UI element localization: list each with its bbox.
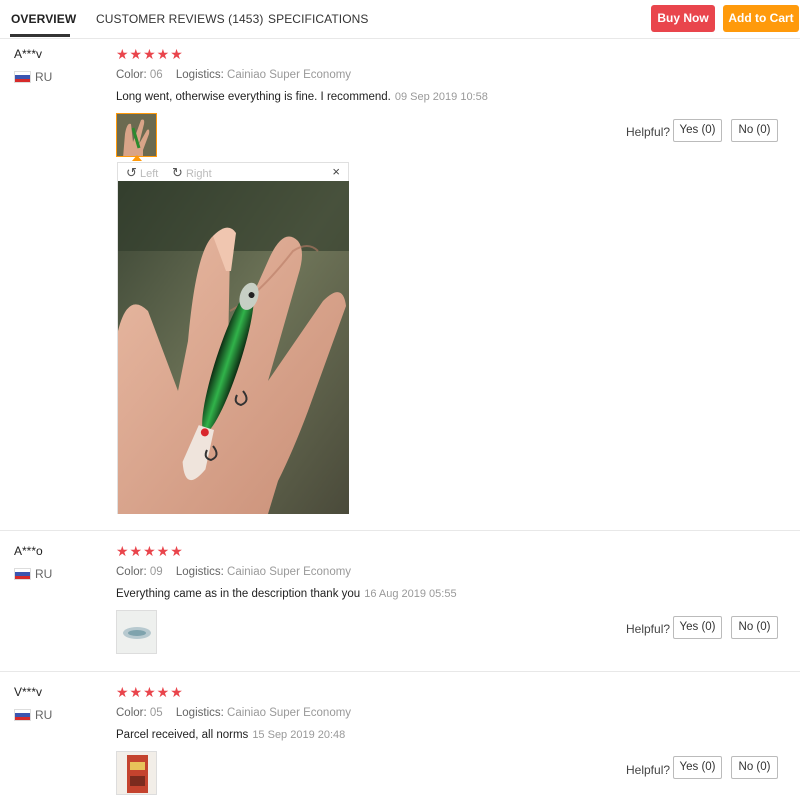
star-rating: ★★★★★ (116, 684, 184, 700)
review-photo-thumbnail[interactable] (116, 751, 157, 795)
logistics-value: Cainiao Super Economy (227, 69, 352, 81)
helpful-label: Helpful? (626, 622, 671, 636)
add-to-cart-button[interactable]: Add to Cart (723, 5, 799, 32)
logistics-value: Cainiao Super Economy (227, 707, 352, 719)
review-photo-thumbnail[interactable] (116, 113, 157, 157)
reviewer-country: RU (35, 708, 53, 722)
helpful-yes-button[interactable]: Yes (0) (673, 119, 722, 142)
helpful-yes-button[interactable]: Yes (0) (673, 616, 722, 639)
review-divider (0, 671, 800, 672)
logistics-value: Cainiao Super Economy (227, 566, 352, 578)
star-rating: ★★★★★ (116, 46, 184, 62)
review-meta: Color: 05 Logistics: Cainiao Super Econo… (116, 707, 352, 719)
review-meta: Color: 09 Logistics: Cainiao Super Econo… (116, 566, 352, 578)
active-tab-indicator (10, 34, 70, 37)
review-meta: Color: 06 Logistics: Cainiao Super Econo… (116, 69, 352, 81)
color-value: 05 (149, 707, 163, 719)
helpful-yes-button[interactable]: Yes (0) (673, 756, 722, 779)
review-text: Long went, otherwise everything is fine.… (116, 91, 488, 103)
reviewer-name: V***v (14, 685, 43, 699)
color-value: 06 (149, 69, 163, 81)
helpful-no-button[interactable]: No (0) (731, 616, 778, 639)
thumbnail-pointer (132, 155, 142, 161)
helpful-no-button[interactable]: No (0) (731, 756, 778, 779)
review-photo (118, 181, 349, 514)
helpful-no-button[interactable]: No (0) (731, 119, 778, 142)
reviewer-name: A***o (14, 544, 43, 558)
review-date: 16 Aug 2019 05:55 (364, 588, 457, 600)
russia-flag-icon (14, 71, 31, 83)
rotate-left-button[interactable]: ↺ Left (126, 165, 158, 181)
russia-flag-icon (14, 709, 31, 721)
review-text: Everything came as in the description th… (116, 588, 457, 600)
review-photo-thumbnail[interactable] (116, 610, 157, 654)
reviewer-name: A***v (14, 47, 43, 61)
rotate-right-button[interactable]: ↻ Right (172, 165, 212, 181)
tab-specifications[interactable]: SPECIFICATIONS (268, 12, 369, 26)
tab-customer-reviews[interactable]: CUSTOMER REVIEWS (1453) (96, 12, 263, 26)
review-divider (0, 530, 800, 531)
rotate-left-icon: ↺ (126, 165, 137, 180)
review-date: 09 Sep 2019 10:58 (394, 91, 488, 103)
viewer-toolbar: ↺ Left ↻ Right × (118, 163, 348, 181)
review-text: Parcel received, all norms 15 Sep 2019 20… (116, 729, 346, 741)
close-icon[interactable]: × (332, 164, 340, 179)
rotate-right-icon: ↻ (172, 165, 183, 180)
helpful-label: Helpful? (626, 125, 671, 139)
helpful-label: Helpful? (626, 763, 671, 777)
tab-overview[interactable]: OVERVIEW (11, 12, 76, 26)
color-value: 09 (149, 566, 163, 578)
russia-flag-icon (14, 568, 31, 580)
photo-viewer: ↺ Left ↻ Right × (117, 162, 349, 514)
star-rating: ★★★★★ (116, 543, 184, 559)
reviewer-country: RU (35, 567, 53, 581)
review-tabs-bar: OVERVIEW CUSTOMER REVIEWS (1453) SPECIFI… (0, 0, 800, 39)
reviewer-country: RU (35, 70, 53, 84)
review-date: 15 Sep 2019 20:48 (252, 729, 346, 741)
buy-now-button[interactable]: Buy Now (651, 5, 715, 32)
